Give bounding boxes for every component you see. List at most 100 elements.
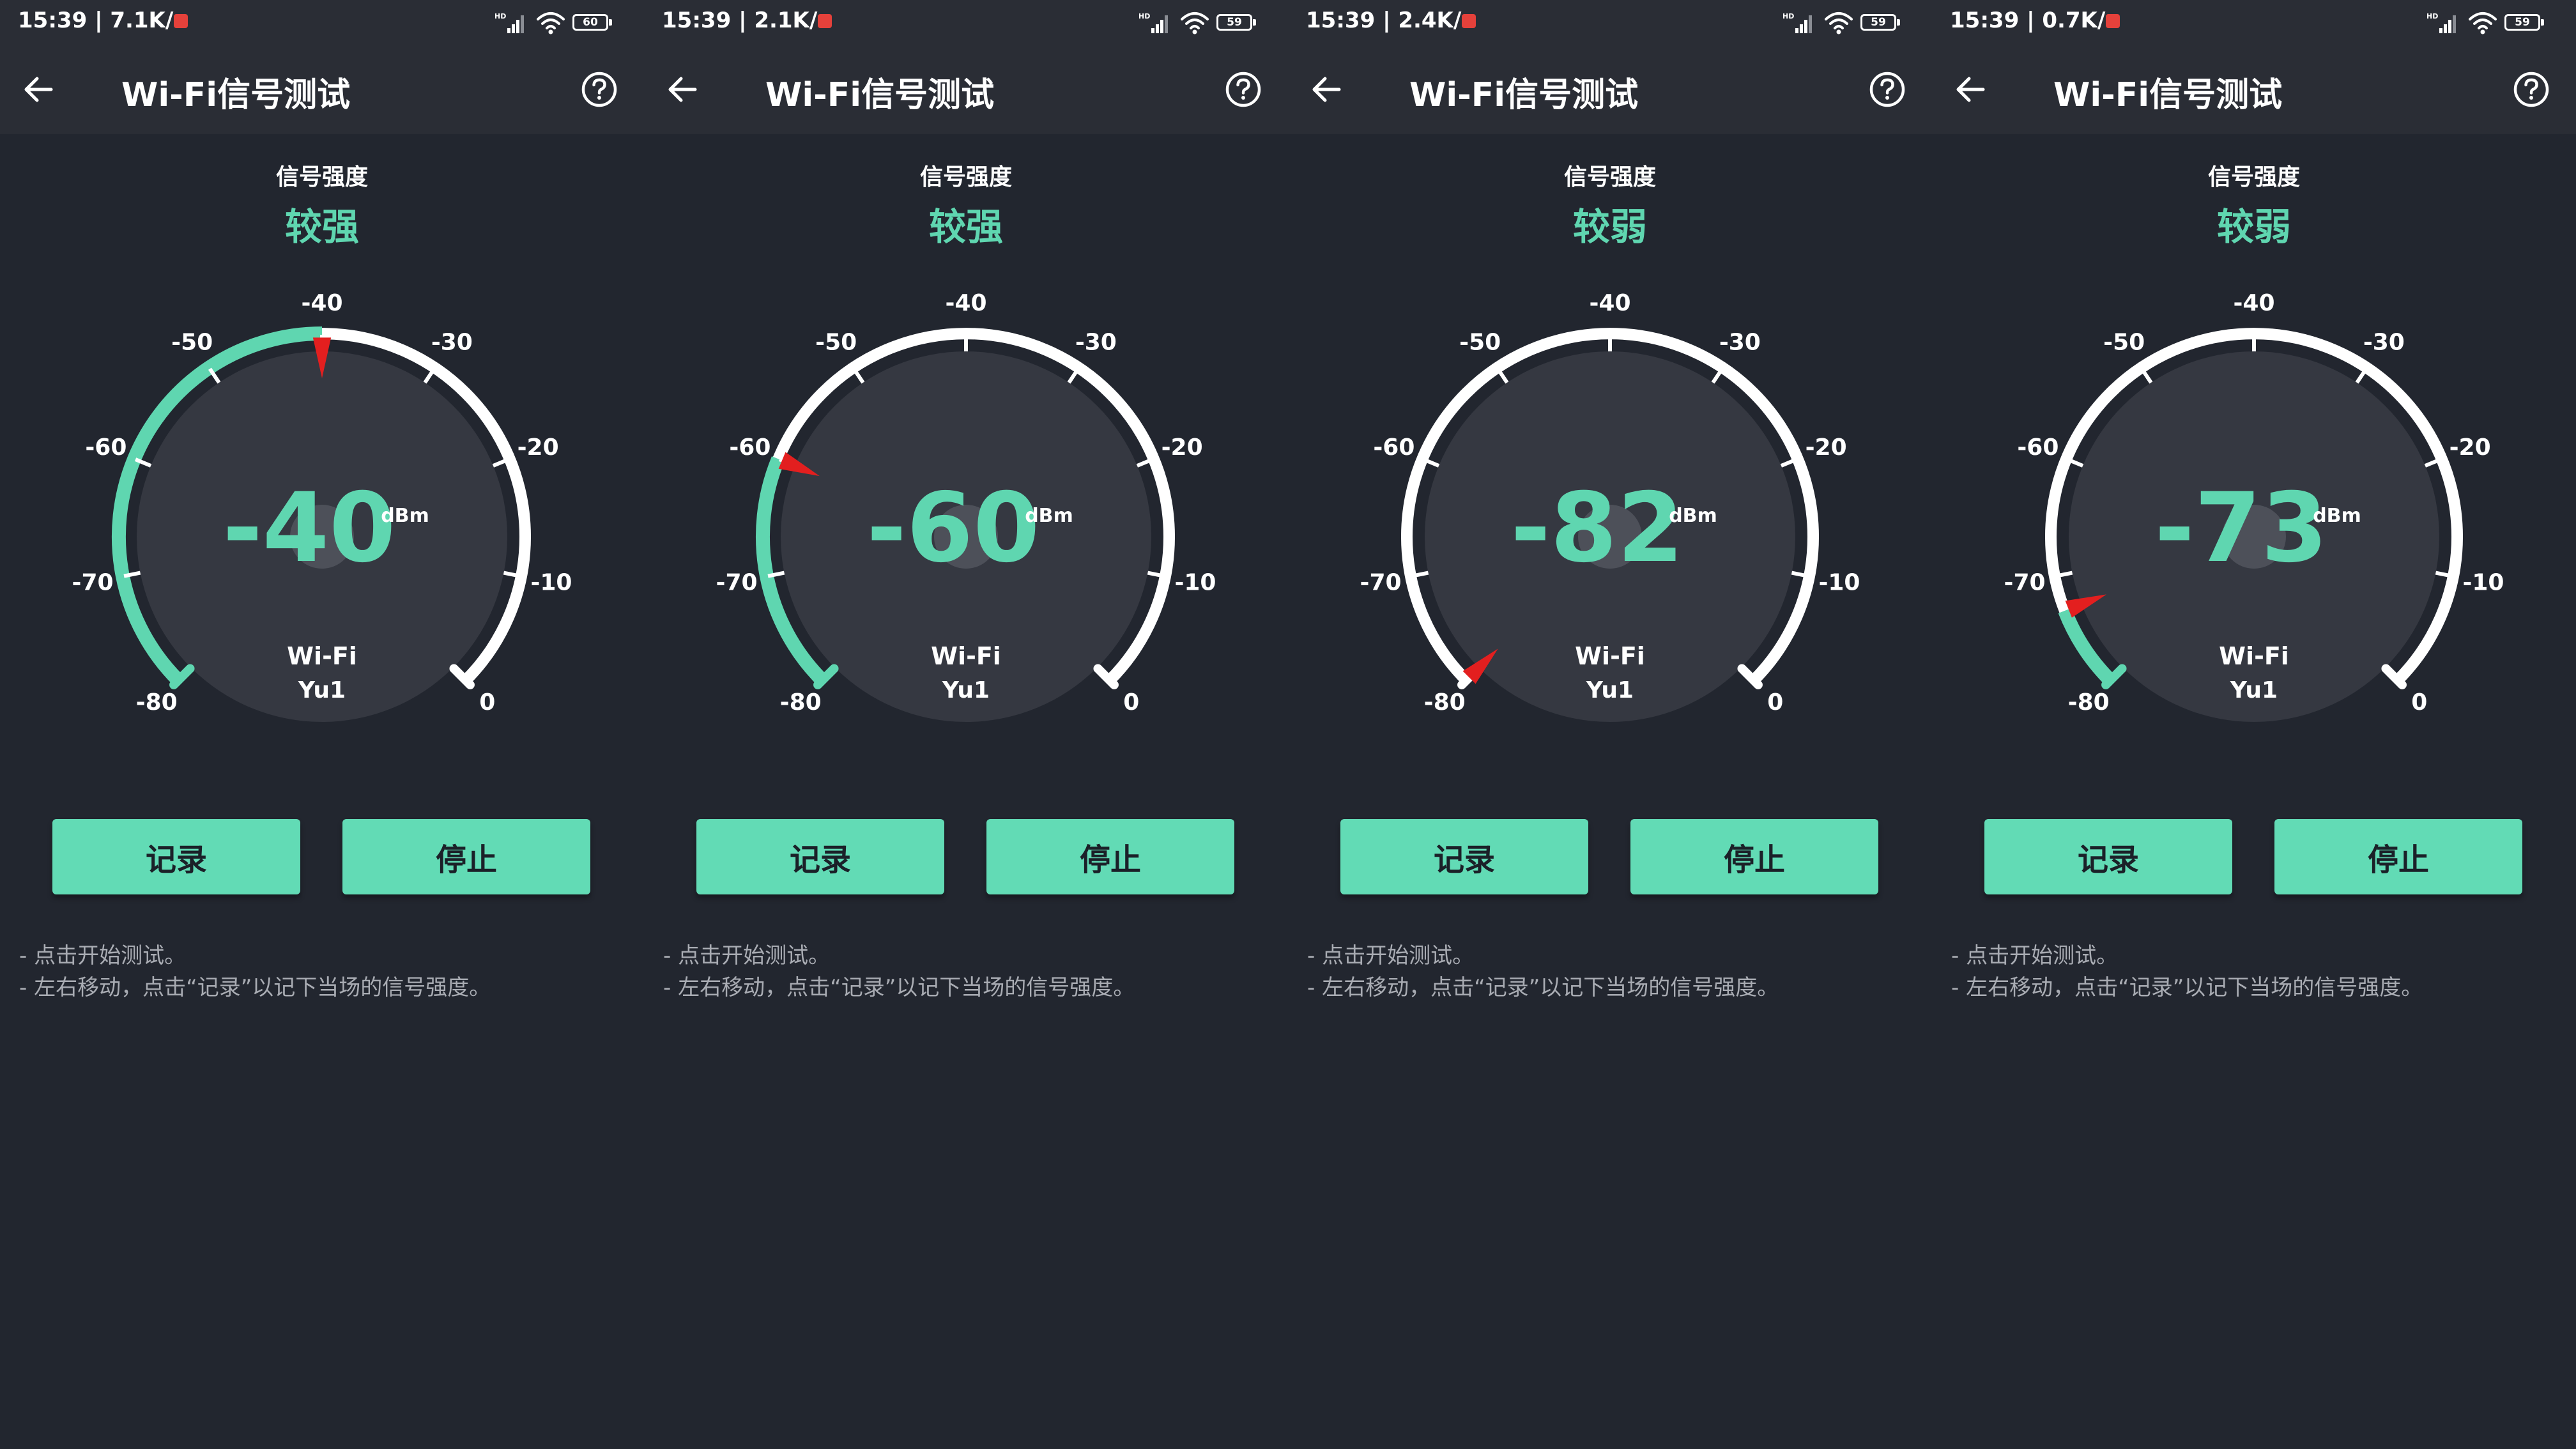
arrow-left-icon[interactable] bbox=[22, 73, 55, 105]
signal-strength-level: 较弱 bbox=[2216, 205, 2291, 249]
gauge-tick-label: -20 bbox=[1162, 434, 1203, 461]
notification-icon bbox=[817, 14, 832, 28]
app-bar: Wi-Fi信号测试 bbox=[1932, 45, 2576, 134]
signal-reading: -40 bbox=[223, 473, 396, 584]
app-bar: Wi-Fi信号测试 bbox=[644, 45, 1288, 134]
question-circle-icon[interactable] bbox=[1868, 70, 1906, 109]
page-title: Wi-Fi信号测试 bbox=[1409, 76, 1639, 114]
gauge-tick-label: -40 bbox=[945, 290, 986, 316]
arrow-left-icon[interactable] bbox=[666, 73, 699, 105]
gauge-tick-label: -20 bbox=[2450, 434, 2491, 461]
gauge-tick-label: -80 bbox=[780, 689, 822, 716]
status-bar: 15:39 | 7.1K/s HD 60 bbox=[0, 0, 644, 45]
gauge-tick-label: -80 bbox=[1424, 689, 1466, 716]
status-time: 15:39 | 0.7K/s bbox=[1950, 8, 2119, 33]
gauge-tick-label: -60 bbox=[1373, 434, 1414, 461]
phone-screen: 15:39 | 2.1K/s HD 59 Wi-Fi信号测试 信号强度 较强 -… bbox=[644, 0, 1288, 1449]
phone-screen: 15:39 | 2.4K/s HD 59 Wi-Fi信号测试 信号强度 较弱 -… bbox=[1288, 0, 1932, 1449]
phone-screen: 15:39 | 0.7K/s HD 59 Wi-Fi信号测试 信号强度 较弱 -… bbox=[1932, 0, 2576, 1449]
network-type: Wi-Fi bbox=[287, 642, 357, 670]
record-button[interactable]: 记录 bbox=[1340, 819, 1588, 894]
gauge-tick-label: -60 bbox=[729, 434, 770, 461]
gauge-tick-label: -30 bbox=[1719, 330, 1761, 356]
hint-text: - 左右移动，点击“记录”以记下当场的信号强度。 bbox=[1951, 975, 2423, 1000]
signal-unit: dBm bbox=[1669, 505, 1717, 527]
question-circle-icon[interactable] bbox=[2512, 70, 2550, 109]
gauge-tick-label: -70 bbox=[2004, 569, 2046, 595]
hint-text: - 点击开始测试。 bbox=[663, 943, 831, 969]
gauge-tick-label: -50 bbox=[1459, 330, 1501, 356]
status-icons: HD 60 bbox=[494, 10, 622, 36]
wifi-status-icon bbox=[1825, 12, 1853, 34]
gauge-tick-label: -80 bbox=[2068, 689, 2110, 716]
gauge-tick-label: -50 bbox=[2103, 330, 2145, 356]
signal-unit: dBm bbox=[2313, 505, 2361, 527]
gauge-tick-label: -10 bbox=[2462, 569, 2504, 595]
signal-strength-label: 信号强度 bbox=[275, 164, 368, 190]
question-circle-icon[interactable] bbox=[580, 70, 618, 109]
screenshot-collage: 15:39 | 7.1K/s HD 60 Wi-Fi信号测试 信号强度 较强 -… bbox=[0, 0, 2576, 1449]
svg-text:HD: HD bbox=[1138, 12, 1150, 20]
notification-icon bbox=[173, 14, 188, 28]
gauge-tick-label: -10 bbox=[530, 569, 572, 595]
cell-signal-icon: HD bbox=[2426, 12, 2456, 33]
cell-signal-icon: HD bbox=[1138, 12, 1168, 33]
status-bar: 15:39 | 0.7K/s HD 59 bbox=[1932, 0, 2576, 45]
cell-signal-icon: HD bbox=[494, 12, 524, 33]
wifi-status-icon bbox=[537, 12, 565, 34]
signal-strength-label: 信号强度 bbox=[1563, 164, 1656, 190]
signal-strength-label: 信号强度 bbox=[919, 164, 1012, 190]
question-circle-icon[interactable] bbox=[1224, 70, 1262, 109]
page-title: Wi-Fi信号测试 bbox=[121, 76, 351, 114]
hint-text: - 点击开始测试。 bbox=[1307, 943, 1475, 969]
arrow-left-icon[interactable] bbox=[1954, 73, 1987, 105]
stop-button[interactable]: 停止 bbox=[2274, 819, 2522, 894]
gauge-tick-label: 0 bbox=[1123, 689, 1139, 716]
gauge-tick-label: -40 bbox=[1589, 290, 1630, 316]
gauge-tick-label: -70 bbox=[716, 569, 758, 595]
gauge-tick-label: -30 bbox=[1075, 330, 1117, 356]
battery-level: 59 bbox=[2515, 16, 2530, 29]
network-ssid: Yu1 bbox=[1586, 677, 1634, 703]
svg-text:HD: HD bbox=[1782, 12, 1794, 20]
signal-gauge: -80-70-60-50-40-30-20-100-60dBmWi-FiYu1 bbox=[716, 290, 1216, 722]
gauge-tick-label: -80 bbox=[136, 689, 178, 716]
record-button[interactable]: 记录 bbox=[1984, 819, 2232, 894]
gauge-tick-label: -30 bbox=[2363, 330, 2405, 356]
stop-button[interactable]: 停止 bbox=[986, 819, 1234, 894]
signal-unit: dBm bbox=[1025, 505, 1073, 527]
notification-icon bbox=[1461, 14, 1476, 28]
network-ssid: Yu1 bbox=[298, 677, 346, 703]
page-title: Wi-Fi信号测试 bbox=[2053, 76, 2283, 114]
gauge-tick-label: -70 bbox=[1360, 569, 1402, 595]
battery-level: 60 bbox=[583, 16, 598, 29]
arrow-left-icon[interactable] bbox=[1310, 73, 1343, 105]
network-ssid: Yu1 bbox=[2230, 677, 2278, 703]
battery-icon: 59 bbox=[2504, 14, 2545, 31]
network-ssid: Yu1 bbox=[942, 677, 990, 703]
wifi-status-icon bbox=[2469, 12, 2497, 34]
gauge-tick-label: -10 bbox=[1818, 569, 1860, 595]
hint-text: - 左右移动，点击“记录”以记下当场的信号强度。 bbox=[19, 975, 491, 1000]
signal-reading: -82 bbox=[1511, 473, 1684, 584]
gauge-tick-label: -40 bbox=[301, 290, 342, 316]
stop-button[interactable]: 停止 bbox=[1630, 819, 1878, 894]
stop-button[interactable]: 停止 bbox=[342, 819, 590, 894]
phone-screen: 15:39 | 7.1K/s HD 60 Wi-Fi信号测试 信号强度 较强 -… bbox=[0, 0, 644, 1449]
battery-icon: 59 bbox=[1860, 14, 1901, 31]
status-bar: 15:39 | 2.4K/s HD 59 bbox=[1288, 0, 1932, 45]
hint-text: - 左右移动，点击“记录”以记下当场的信号强度。 bbox=[1307, 975, 1779, 1000]
app-bar: Wi-Fi信号测试 bbox=[0, 45, 644, 134]
gauge-tick-label: -60 bbox=[85, 434, 126, 461]
record-button[interactable]: 记录 bbox=[52, 819, 300, 894]
record-button[interactable]: 记录 bbox=[696, 819, 944, 894]
signal-unit: dBm bbox=[381, 505, 429, 527]
status-bar: 15:39 | 2.1K/s HD 59 bbox=[644, 0, 1288, 45]
battery-icon: 59 bbox=[1216, 14, 1257, 31]
gauge-tick-label: 0 bbox=[479, 689, 495, 716]
signal-strength-level: 较强 bbox=[928, 205, 1003, 249]
gauge-tick-label: -50 bbox=[815, 330, 857, 356]
gauge-tick-label: -20 bbox=[518, 434, 559, 461]
battery-level: 59 bbox=[1227, 16, 1242, 29]
status-icons: HD 59 bbox=[1138, 10, 1266, 36]
